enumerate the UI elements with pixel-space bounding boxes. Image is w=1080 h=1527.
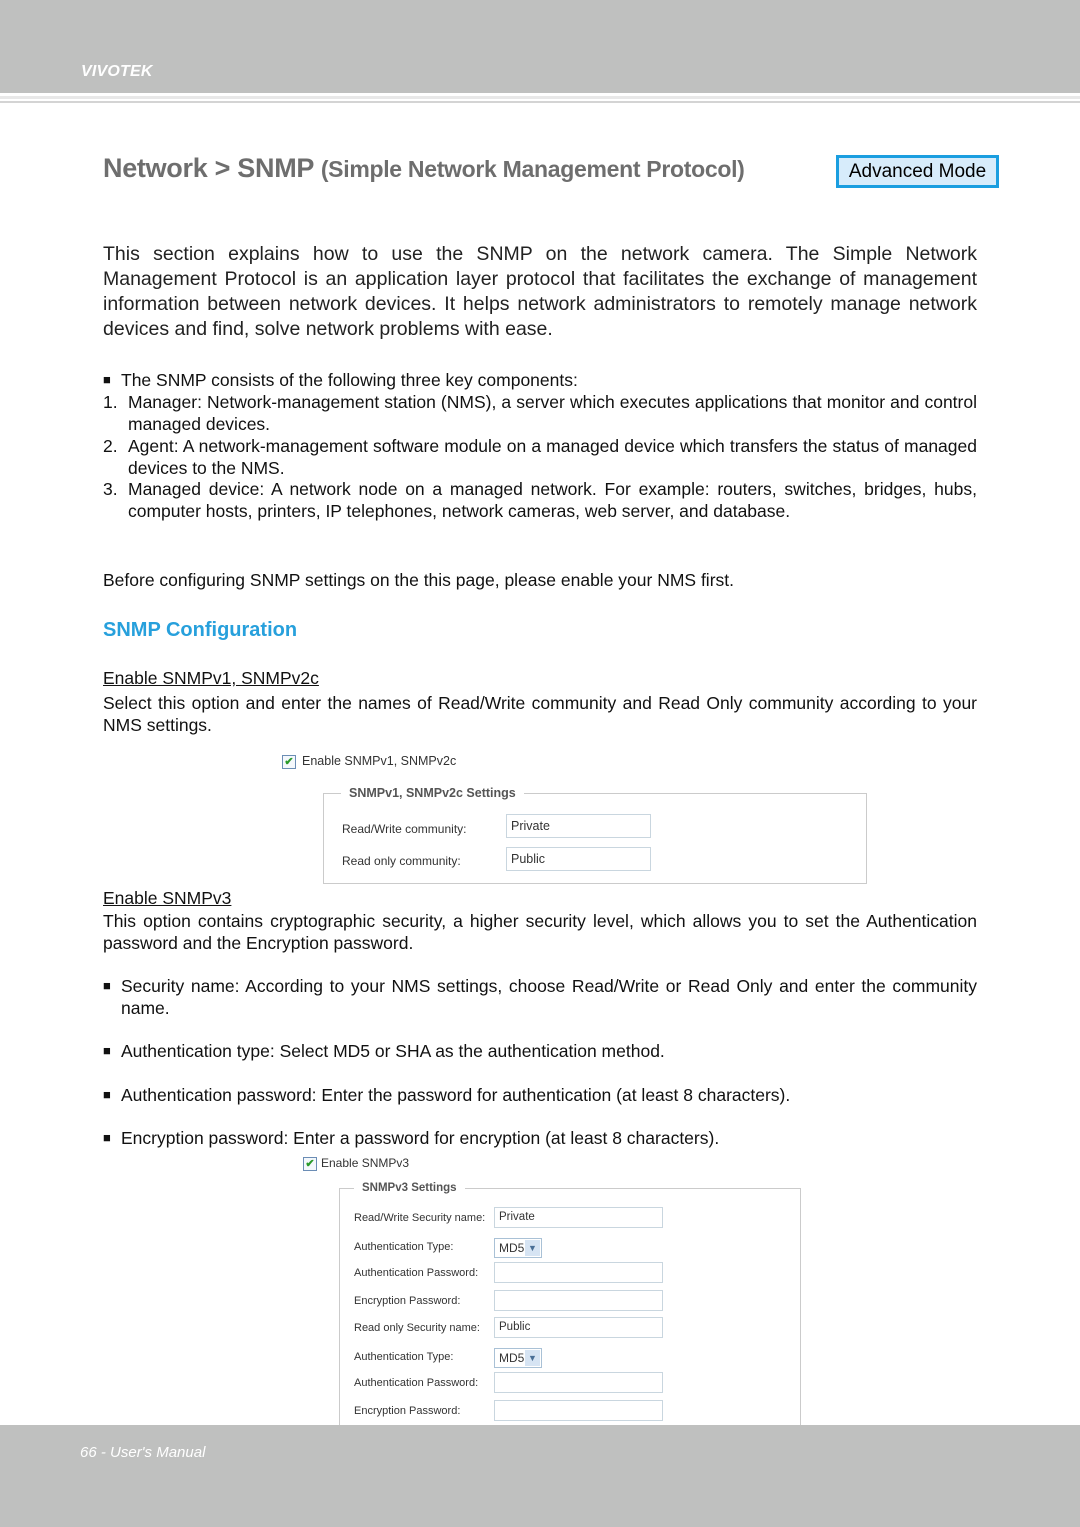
v3-field-label: Authentication Type:: [354, 1241, 454, 1253]
bullet-icon: ■: [103, 978, 111, 993]
v3-bullet: ■ Encryption password: Enter a password …: [103, 1128, 720, 1148]
rw-community-label: Read/Write community:: [342, 822, 467, 836]
v3-field-label: Read/Write Security name:: [354, 1212, 486, 1224]
bullet-icon: ■: [103, 372, 111, 387]
enable-v3-checkbox[interactable]: ✔: [303, 1157, 317, 1171]
v3-field-label: Encryption Password:: [354, 1295, 461, 1307]
v3-field-label: Authentication Password:: [354, 1267, 479, 1279]
v1v2-description: Select this option and enter the names o…: [103, 693, 977, 735]
v3-heading: Enable SNMPv3: [103, 888, 232, 908]
enable-v1v2-checkbox[interactable]: ✔: [282, 755, 296, 769]
v1v2-heading: Enable SNMPv1, SNMPv2c: [103, 668, 319, 688]
intro-paragraph: This section explains how to use the SNM…: [103, 243, 977, 340]
check-icon: ✔: [305, 1158, 315, 1170]
components-lead: ■ The SNMP consists of the following thr…: [103, 370, 578, 390]
v3-field-input[interactable]: Public: [494, 1317, 663, 1338]
rw-community-input[interactable]: Private: [506, 814, 651, 838]
v3-bullet: ■ Authentication type: Select MD5 or SHA…: [103, 1041, 665, 1061]
chevron-down-icon[interactable]: ▼: [525, 1350, 540, 1366]
page-header-band: VIVOTEK: [0, 0, 1080, 93]
v3-settings-legend: SNMPv3 Settings: [354, 1182, 465, 1194]
bullet-icon: ■: [103, 1130, 111, 1145]
page-title-main: Network > SNMP: [103, 153, 314, 183]
auth-type-value: MD5: [499, 1241, 525, 1255]
enable-v3-label: Enable SNMPv3: [321, 1156, 410, 1170]
component-item: 2. Agent: A network-management software …: [103, 436, 977, 478]
bullet-icon: ■: [103, 1043, 111, 1058]
brand-logo: VIVOTEK: [81, 63, 153, 80]
v1v2-settings-legend: SNMPv1, SNMPv2c Settings: [341, 786, 524, 800]
v3-field-input[interactable]: [494, 1290, 663, 1311]
v3-field-input[interactable]: [494, 1400, 663, 1421]
v3-bullet: ■ Authentication password: Enter the pas…: [103, 1085, 791, 1105]
page-title-sub: (Simple Network Management Protocol): [320, 156, 745, 182]
component-item: 3. Managed device: A network node on a m…: [103, 479, 977, 521]
v3-field-label: Authentication Password:: [354, 1377, 479, 1389]
page-footer-band: 66 - User's Manual: [0, 1425, 1080, 1527]
v3-field-label: Encryption Password:: [354, 1405, 461, 1417]
ro-community-label: Read only community:: [342, 854, 461, 868]
v3-description: This option contains cryptographic secur…: [103, 911, 977, 953]
auth-type-select[interactable]: MD5 ▼: [494, 1238, 542, 1258]
auth-type-select[interactable]: MD5 ▼: [494, 1348, 542, 1368]
bullet-icon: ■: [103, 1087, 111, 1102]
page-title: Network > SNMP (Simple Network Managemen…: [103, 153, 745, 184]
v3-field-label: Authentication Type:: [354, 1351, 454, 1363]
component-item: 1. Manager: Network-management station (…: [103, 392, 977, 434]
before-note: Before configuring SNMP settings on the …: [103, 570, 734, 590]
header-divider: [0, 96, 1080, 99]
v3-field-input[interactable]: [494, 1372, 663, 1393]
v3-bullet: ■ Security name: According to your NMS s…: [103, 976, 977, 1018]
v3-field-input[interactable]: Private: [494, 1207, 663, 1228]
check-icon: ✔: [284, 756, 294, 768]
auth-type-value: MD5: [499, 1351, 525, 1365]
page-number: 66 - User's Manual: [80, 1444, 206, 1461]
v3-field-input[interactable]: [494, 1262, 663, 1283]
enable-v1v2-label: Enable SNMPv1, SNMPv2c: [302, 754, 457, 768]
chevron-down-icon[interactable]: ▼: [525, 1240, 540, 1256]
v3-field-label: Read only Security name:: [354, 1322, 480, 1334]
section-title: SNMP Configuration: [103, 619, 298, 641]
header-divider-2: [0, 101, 1080, 103]
advanced-mode-badge: Advanced Mode: [836, 155, 999, 188]
ro-community-input[interactable]: Public: [506, 847, 651, 871]
